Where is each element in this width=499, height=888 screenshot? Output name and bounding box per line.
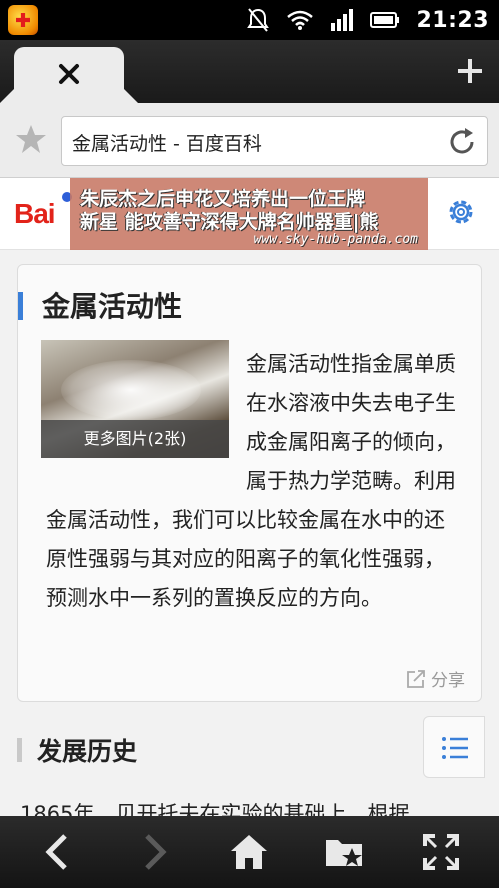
app-notification-icon (8, 5, 38, 35)
article-paragraph: 金属活动性指金属单质在水溶液中失去电子生成金属阳离子的倾向，属于热力学范畴。利用… (46, 345, 462, 618)
baidu-header: Bai 朱辰杰之后申花又培养出一位王牌 新星 能攻善守深得大牌名帅器重|熊 ww… (0, 178, 499, 254)
tab-bar (0, 40, 499, 103)
back-button[interactable] (28, 822, 88, 882)
refresh-icon[interactable] (447, 127, 477, 157)
fullscreen-icon (423, 834, 460, 870)
signal-icon (331, 9, 354, 31)
gear-icon[interactable] (445, 196, 477, 228)
baidu-logo[interactable]: Bai (14, 198, 56, 230)
section-text-preview: 1865年，贝开托夫在实验的基础上，根据 (20, 802, 410, 816)
share-icon (407, 669, 425, 688)
section-accent-bar (17, 738, 22, 762)
home-button[interactable] (219, 822, 279, 882)
home-icon (231, 835, 268, 869)
forward-button[interactable] (124, 822, 184, 882)
tab-active[interactable] (14, 47, 124, 103)
share-label: 分享 (431, 671, 465, 691)
battery-icon (370, 12, 400, 28)
wifi-icon (287, 10, 314, 30)
watermark-overlay: 朱辰杰之后申花又培养出一位王牌 新星 能攻善守深得大牌名帅器重|熊 www.sk… (70, 178, 428, 254)
bottom-toolbar (0, 816, 499, 888)
section-title: 发展历史 (37, 737, 138, 766)
list-icon (442, 737, 468, 759)
plus-icon[interactable] (455, 56, 485, 86)
bookmarks-button[interactable] (315, 822, 375, 882)
share-button[interactable]: 分享 (406, 666, 465, 691)
status-bar: 21:23 (0, 0, 499, 40)
chevron-right-icon (144, 834, 167, 870)
image-spacer (46, 345, 246, 501)
page-title-text: 金属活动性 - 百度百科 (72, 133, 262, 155)
watermark-line2: 新星 能攻善守深得大牌名帅器重|熊 (80, 211, 379, 233)
title-accent-bar (18, 292, 23, 320)
status-time: 21:23 (416, 7, 489, 33)
summary-card: 金属活动性 更多图片(2张) 金属活动性指金属单质在水溶液中失去电子生成金属阳离… (17, 264, 482, 702)
close-icon[interactable] (57, 62, 81, 86)
content-area: 金属活动性 更多图片(2张) 金属活动性指金属单质在水溶液中失去电子生成金属阳离… (0, 250, 499, 816)
star-icon[interactable] (15, 123, 47, 155)
status-icons: 21:23 (246, 6, 489, 34)
article-title: 金属活动性 (42, 290, 183, 323)
chevron-left-icon (45, 834, 67, 870)
section-header: 发展历史 (17, 716, 485, 778)
watermark-url: www.sky-hub-panda.com (253, 232, 418, 247)
notifications-off-icon (247, 8, 270, 32)
toc-button[interactable] (423, 716, 485, 778)
folder-star-icon (326, 840, 363, 866)
address-row: 金属活动性 - 百度百科 (0, 103, 499, 178)
fullscreen-button[interactable] (411, 822, 471, 882)
address-input[interactable]: 金属活动性 - 百度百科 (61, 116, 488, 166)
